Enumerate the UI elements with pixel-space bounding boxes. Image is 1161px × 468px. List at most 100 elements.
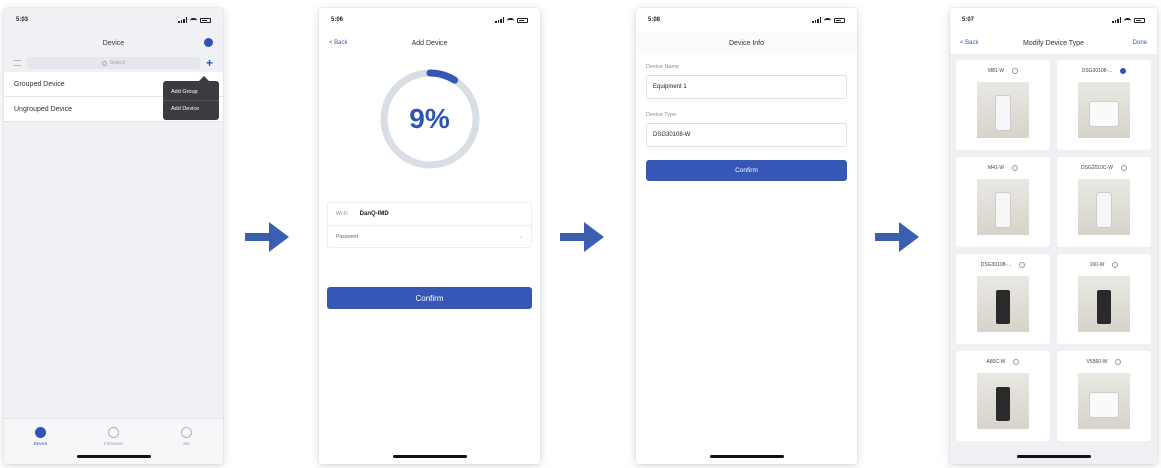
status-time: 5:06 [331,17,344,23]
list-item-label: Ungrouped Device [14,105,72,113]
tab-me[interactable]: Me [167,427,207,464]
notification-dot-icon[interactable] [204,38,213,47]
signal-icon [495,17,504,23]
menu-item-add-device[interactable]: Add Device [163,100,219,117]
add-menu-popover: Add Group Add Device [163,76,219,120]
device-type-name: DSG2010C-W [1081,165,1113,171]
status-icons [495,17,528,23]
device-type-card[interactable]: 160-W [1057,254,1151,344]
device-type-name: M81-W [987,68,1005,74]
device-type-name: 160-W [1089,262,1105,268]
device-type-name: DSG30108-... [980,262,1012,268]
add-plus-button[interactable]: + [206,57,213,69]
done-button[interactable]: Done [1133,40,1147,46]
page-title: Device Info [728,39,765,47]
card-header: DSG2010C-W [1057,165,1151,171]
screen-device-list: 5:03 Device Search + Grouped Device Ungr… [4,8,223,464]
device-type-card[interactable]: V5560-W [1057,351,1151,441]
device-type-name: DSG30108-... [1081,68,1113,74]
device-thumbnail [977,179,1029,235]
status-bar: 5:03 [4,8,223,32]
device-thumbnail [977,82,1029,138]
back-button[interactable]: < Back [329,40,348,46]
tab-firmware[interactable]: Firmware [94,427,134,464]
tab-device[interactable]: Device [21,427,61,464]
screen-add-device: 5:06 < Back Add Device 9% Wi-Fi DanQ-IMD… [319,8,540,464]
home-indicator [76,455,151,458]
home-indicator [709,455,784,458]
device-type-field[interactable]: DSG30108-W [646,123,847,147]
eye-icon[interactable]: ⌄ [518,233,523,240]
wifi-row[interactable]: Wi-Fi DanQ-IMD [328,203,531,225]
confirm-button[interactable]: Confirm [327,287,532,309]
card-header: DSG30108-... [1057,68,1151,74]
wifi-icon [507,17,514,23]
tab-label: Device [33,441,48,446]
status-bar: 5:07 [950,8,1157,32]
card-header: DSG30108-... [956,262,1050,268]
card-header: V5560-W [1057,359,1151,365]
device-type-card[interactable]: A80C-W [956,351,1050,441]
tab-label: Firmware [104,441,123,446]
card-header: M41-W [956,165,1050,171]
battery-icon [517,17,528,23]
device-thumbnail [977,373,1029,429]
device-type-card[interactable]: DSG2010C-W [1057,157,1151,247]
device-type-card[interactable]: DSG30108-... [956,254,1050,344]
home-indicator [392,455,467,458]
radio-icon[interactable] [1012,165,1019,171]
radio-icon[interactable] [1019,262,1026,268]
device-thumbnail [1078,179,1130,235]
wifi-name: DanQ-IMD [359,211,389,217]
list-item-label: Grouped Device [14,80,65,88]
device-type-grid: M81-W DSG30108-... M41-W DSG2010C-W DSG3… [950,54,1157,447]
device-type-card[interactable]: M41-W [956,157,1050,247]
device-thumbnail [1078,276,1130,332]
page-title: Device [102,39,125,47]
status-icons [812,17,845,23]
device-thumbnail [1078,82,1130,138]
radio-icon[interactable] [1013,359,1020,365]
card-header: A80C-W [956,359,1050,365]
device-type-card[interactable]: M81-W [956,60,1050,150]
tab-label: Me [183,441,190,446]
device-name-label: Device Name [646,64,680,70]
device-thumbnail [977,276,1029,332]
status-time: 5:08 [648,17,661,23]
radio-icon[interactable] [1120,165,1127,171]
radio-icon[interactable] [1115,359,1122,365]
search-input[interactable]: Search [27,57,200,69]
device-info-form: Device Name Equipment 1 Device Type DSG3… [636,54,857,147]
confirm-button[interactable]: Confirm [646,160,847,181]
radio-icon[interactable] [1012,68,1019,74]
radio-icon[interactable] [1112,262,1119,268]
progress-ring: 9% [375,64,485,174]
radio-selected-icon[interactable] [1120,68,1127,74]
status-bar: 5:06 [319,8,540,32]
wifi-label: Wi-Fi [336,211,348,217]
battery-icon [834,17,845,23]
filter-icon[interactable] [14,60,21,66]
search-icon [101,60,107,66]
device-name-field[interactable]: Equipment 1 [646,75,847,99]
device-type-label: Device Type [646,112,677,118]
signal-icon [812,17,821,23]
signal-icon [178,17,187,23]
page-title: Add Device [411,39,448,47]
screen-modify-device-type: 5:07 < Back Modify Device Type Done M81-… [950,8,1157,464]
device-type-name: M41-W [987,165,1005,171]
back-button[interactable]: < Back [960,40,979,46]
wifi-icon [1124,17,1131,23]
nav-bar: Device [4,32,223,54]
nav-bar: < Back Modify Device Type Done [950,32,1157,54]
device-type-card[interactable]: DSG30108-... [1057,60,1151,150]
password-field[interactable]: Password ⌄ [328,225,531,247]
status-time: 5:03 [16,17,29,23]
firmware-icon [108,427,119,438]
battery-icon [1134,17,1145,23]
right-arrow-icon [875,222,919,252]
nav-bar: Device Info [636,32,857,54]
wifi-icon [824,17,831,23]
menu-item-add-group[interactable]: Add Group [163,84,219,100]
status-icons [178,17,211,23]
